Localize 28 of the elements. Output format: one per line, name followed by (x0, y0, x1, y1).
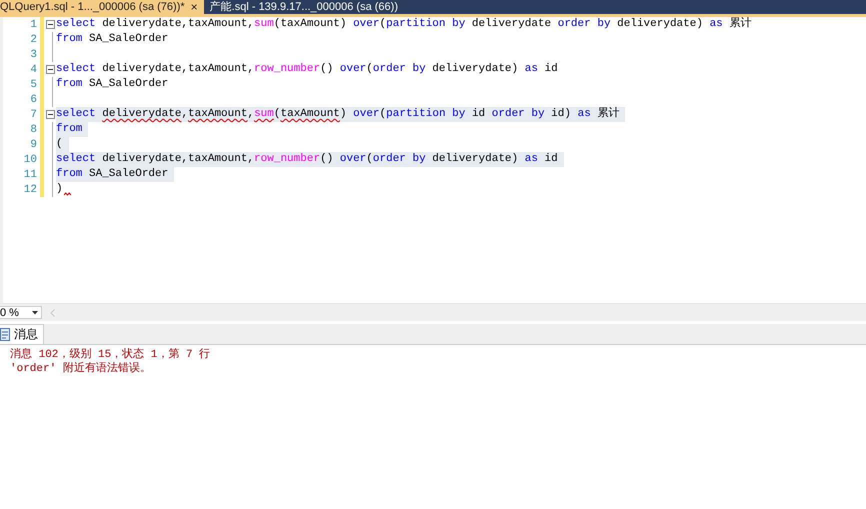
collapse-icon[interactable] (46, 65, 54, 74)
line-number: 2 (29, 34, 37, 46)
line-number: 4 (29, 64, 37, 76)
code-line: select deliverydate,taxAmount,row_number() over(order by deliverydate) as id (56, 62, 558, 77)
line-number: 10 (22, 154, 37, 166)
error-message: 'order' 附近有语法错误。 (10, 362, 152, 376)
code-line: select deliverydate,taxAmount,sum(taxAmount) over(partition by deliverydate order by deliverydate) as 累计 (56, 17, 752, 32)
error-message: 消息 102，级别 15，状态 1，第 7 行 (10, 348, 212, 362)
close-icon[interactable]: × (190, 1, 198, 13)
line-number: 3 (29, 48, 37, 60)
document-tab[interactable]: QLQuery1.sql - 1..._000006 (sa (76))* × (0, 0, 204, 14)
document-icon (0, 328, 10, 341)
line-number: 6 (29, 94, 37, 106)
line-number: 9 (29, 138, 37, 150)
line-number: 12 (22, 184, 37, 196)
caret-icon (32, 310, 38, 314)
messages-tab[interactable]: 消息 (0, 324, 44, 344)
code-line: from SA_SaleOrder (56, 32, 168, 47)
line-number: 5 (29, 78, 37, 90)
line-number: 11 (22, 168, 37, 180)
code-line: from SA_SaleOrder (56, 77, 168, 92)
line-number: 7 (29, 108, 37, 120)
zoom-dropdown[interactable]: 0 % (0, 306, 42, 319)
code-line: ) (56, 182, 63, 197)
line-number: 8 (29, 124, 37, 136)
line-number: 1 (29, 18, 37, 30)
collapse-icon[interactable] (46, 20, 54, 29)
collapse-icon[interactable] (46, 110, 54, 119)
